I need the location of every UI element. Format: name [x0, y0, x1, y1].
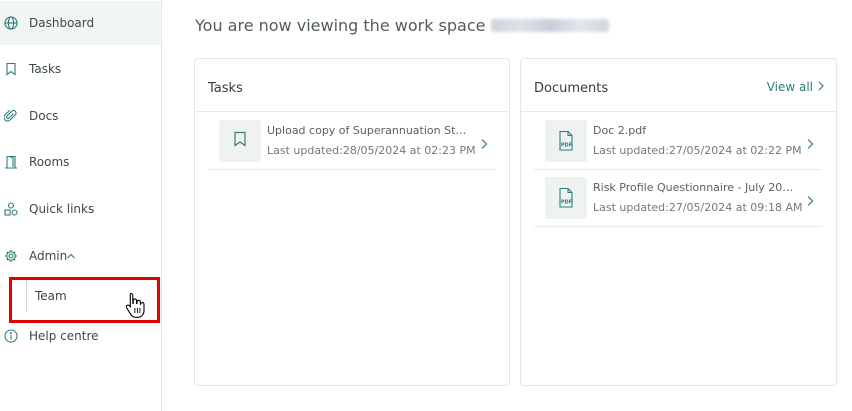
- documents-card: Documents View all PDF Doc 2.pdf Last up…: [520, 58, 837, 386]
- tasks-card-title: Tasks: [208, 81, 243, 96]
- redacted-workspace-name: [491, 19, 610, 32]
- sidebar: Dashboard Tasks Docs Rooms Quick links A…: [0, 0, 162, 411]
- chevron-right-icon: [806, 192, 814, 206]
- view-all-link[interactable]: View all: [767, 80, 824, 94]
- chevron-up-icon[interactable]: [66, 251, 76, 261]
- pdf-file-tile: PDF: [545, 177, 587, 219]
- pdf-badge: PDF: [561, 143, 572, 149]
- sidebar-item-label: Docs: [29, 109, 59, 123]
- documents-card-title: Documents: [534, 81, 609, 96]
- sidebar-item-label: Quick links: [29, 202, 95, 216]
- document-row[interactable]: PDF Doc 2.pdf Last updated:27/05/2024 at…: [534, 114, 822, 170]
- chevron-right-icon: [480, 135, 488, 149]
- document-updated: Last updated:27/05/2024 at 09:18 AM: [593, 201, 803, 214]
- sidebar-item-label: Admin: [29, 249, 68, 263]
- page-title-text: You are now viewing the work space: [195, 16, 486, 35]
- hand-cursor-icon: [125, 292, 145, 318]
- pdf-file-icon: PDF: [559, 130, 573, 151]
- view-all-label: View all: [766, 80, 813, 94]
- sidebar-item-label: Tasks: [29, 62, 62, 76]
- gear-icon: [4, 249, 18, 263]
- pdf-file-icon: PDF: [559, 187, 573, 208]
- sidebar-item-label: Help centre: [29, 329, 99, 343]
- shapes-icon: [4, 202, 18, 216]
- sidebar-item-docs[interactable]: Docs: [0, 94, 161, 138]
- sidebar-item-quick-links[interactable]: Quick links: [0, 187, 161, 231]
- task-updated: Last updated:28/05/2024 at 02:23 PM: [267, 144, 476, 157]
- info-icon: [4, 329, 18, 343]
- globe-icon: [4, 16, 18, 30]
- documents-card-header: Documents View all: [521, 59, 836, 112]
- tasks-card: Tasks Upload copy of Superannuation Stat…: [194, 58, 510, 386]
- bookmark-icon: [4, 62, 18, 76]
- paperclip-icon: [4, 109, 18, 123]
- sidebar-item-admin[interactable]: Admin: [0, 234, 161, 278]
- task-tile: [219, 120, 261, 162]
- document-name: Risk Profile Questionnaire - July 2023.p…: [593, 181, 798, 194]
- sidebar-item-rooms[interactable]: Rooms: [0, 140, 161, 184]
- document-updated: Last updated:27/05/2024 at 02:22 PM: [593, 144, 802, 157]
- sidebar-item-tasks[interactable]: Tasks: [0, 47, 161, 91]
- chevron-right-icon: [818, 80, 824, 94]
- document-row[interactable]: PDF Risk Profile Questionnaire - July 20…: [534, 171, 822, 227]
- page-title: You are now viewing the work space: [195, 16, 610, 35]
- document-name: Doc 2.pdf: [593, 124, 647, 137]
- task-row[interactable]: Upload copy of Superannuation Stateme...…: [208, 114, 496, 170]
- door-icon: [4, 155, 18, 169]
- tasks-card-header: Tasks: [195, 59, 509, 112]
- bookmark-icon: [233, 131, 247, 151]
- pdf-file-tile: PDF: [545, 120, 587, 162]
- sidebar-item-label: Dashboard: [29, 16, 95, 30]
- pdf-badge: PDF: [561, 200, 572, 206]
- sidebar-item-dashboard[interactable]: Dashboard: [0, 1, 161, 45]
- task-name: Upload copy of Superannuation Stateme...: [267, 124, 472, 137]
- chevron-right-icon: [806, 135, 814, 149]
- sidebar-item-label: Rooms: [29, 155, 70, 169]
